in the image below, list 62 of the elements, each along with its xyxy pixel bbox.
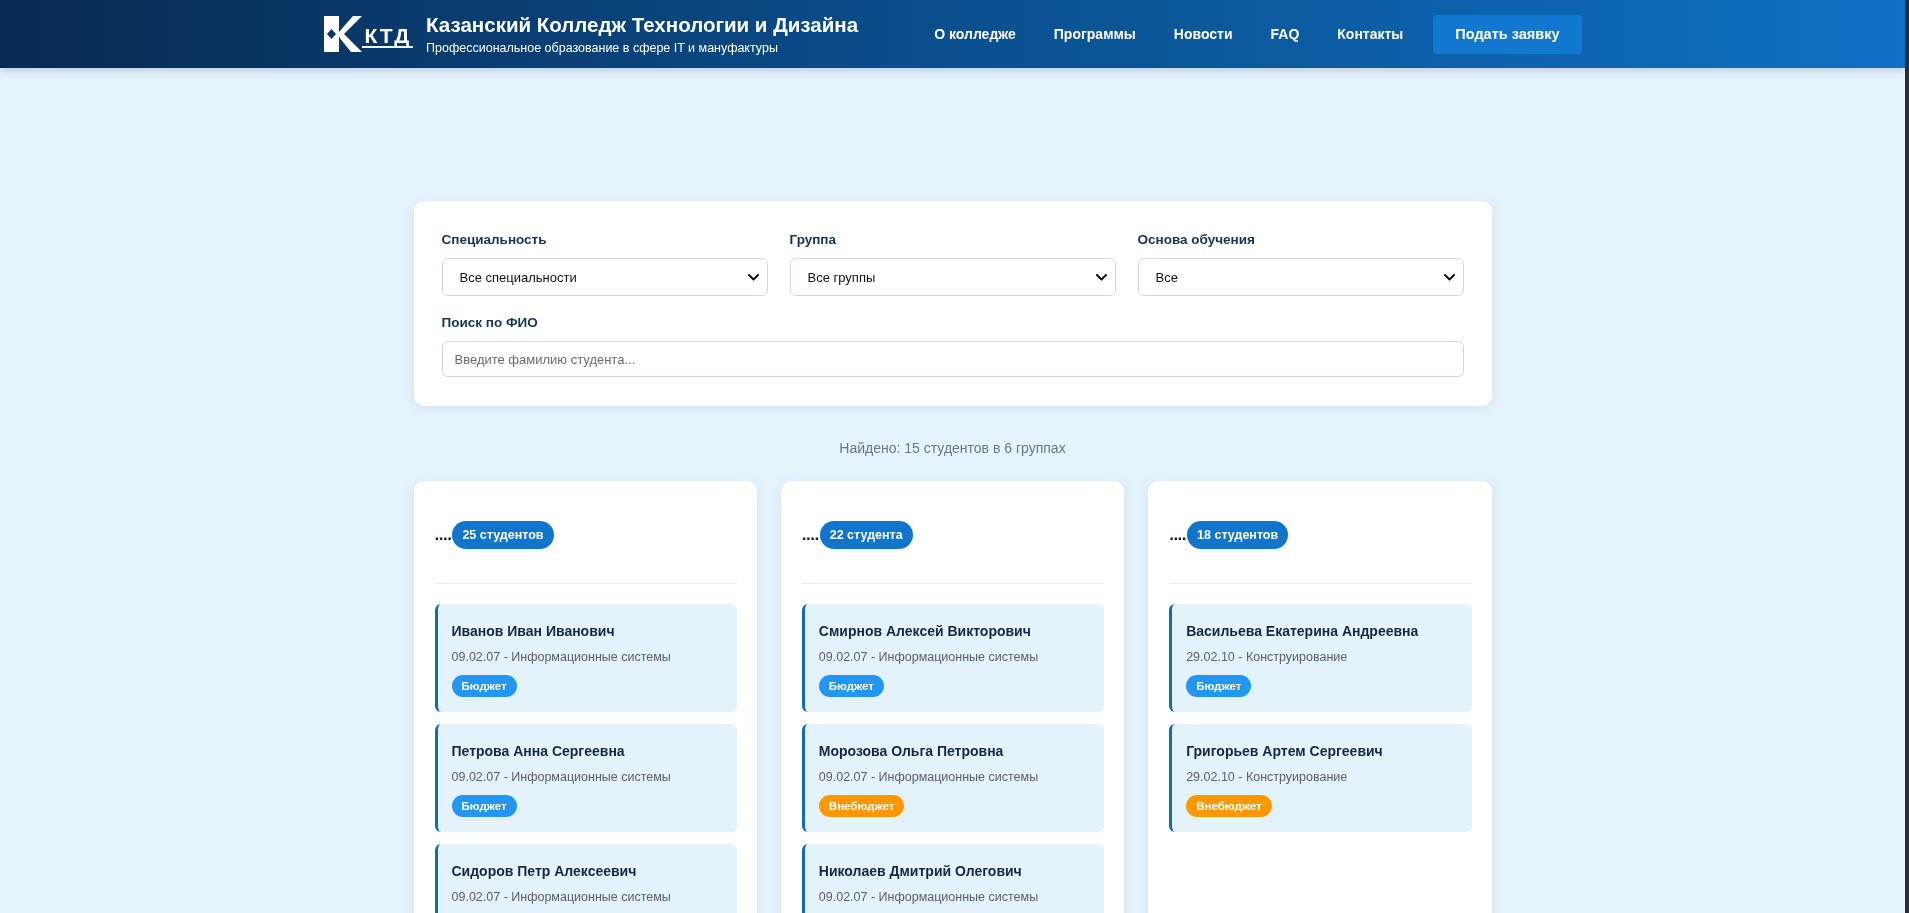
nav-link[interactable]: Контакты (1337, 26, 1404, 42)
student-name: Морозова Ольга Петровна (818, 742, 1005, 760)
dropdown[interactable]: Все группы (789, 258, 1116, 296)
dropdown-value: Все (1155, 269, 1178, 285)
student-card[interactable]: Григорьев Артем Сергеевич 29.02.10 - Конструирование Внебюджет (1169, 724, 1472, 832)
chevron-down-icon (747, 273, 759, 281)
funding-tag: Внебюджет (1186, 795, 1272, 817)
dropdown[interactable]: Все специальности (441, 258, 768, 296)
student-program: 09.02.07 - Информационные системы (451, 769, 672, 786)
student-card[interactable]: Иванов Иван Иванович 09.02.07 - Информационные системы Бюджет (434, 604, 737, 712)
student-name: Петрова Анна Сергеевна (451, 742, 626, 760)
student-program: 29.02.10 - Конструирование (1186, 649, 1349, 666)
student-program: 09.02.07 - Информационные системы (818, 889, 1040, 906)
dropdown-value: Все специальности (459, 269, 577, 285)
student-name: Смирнов Алексей Викторович (818, 622, 1032, 640)
group-title: .... (801, 524, 819, 546)
nav-link[interactable]: Новости (1173, 26, 1233, 42)
student-program: 09.02.07 - Информационные системы (818, 649, 1040, 666)
funding-tag: Внебюджет (818, 795, 905, 817)
logo-text: КТД (361, 27, 414, 48)
student-name: Николаев Дмитрий Олегович (818, 862, 1023, 880)
dropdown-value: Все группы (807, 269, 876, 285)
student-name: Григорьев Артем Сергеевич (1186, 742, 1384, 760)
student-name: Васильева Екатерина Андреевна (1186, 622, 1420, 640)
apply-button[interactable]: Подать заявку (1433, 14, 1582, 54)
funding-tag: Бюджет (451, 675, 517, 697)
search-field[interactable]: Введите фамилию студента... (441, 341, 1464, 377)
scrollbar[interactable] (1905, 0, 1909, 913)
results-summary: Найдено: 15 студентов в 6 группах (838, 439, 1067, 458)
field-label: Поиск по ФИО (441, 314, 539, 332)
college-name: Казанский Колледж Технологии и Дизайна (426, 12, 859, 36)
dropdown[interactable]: Все (1137, 258, 1464, 296)
student-program: 09.02.07 - Информационные системы (451, 649, 672, 666)
student-card[interactable]: Николаев Дмитрий Олегович 09.02.07 - Информационные системы (801, 844, 1105, 913)
nav-link[interactable]: Программы (1053, 26, 1136, 42)
student-name: Сидоров Петр Алексеевич (451, 862, 638, 880)
chevron-down-icon (1443, 273, 1455, 281)
student-program: 09.02.07 - Информационные системы (818, 769, 1040, 786)
student-count: 22 студента (819, 521, 913, 549)
student-card[interactable]: Петрова Анна Сергеевна 09.02.07 - Информационные системы Бюджет (434, 724, 737, 832)
nav-link[interactable]: FAQ (1270, 26, 1300, 42)
student-card[interactable]: Сидоров Петр Алексеевич 09.02.07 - Информационные системы (434, 844, 737, 913)
funding-tag: Бюджет (818, 675, 884, 697)
student-count: 25 студентов (452, 521, 554, 549)
field-label: Специальность (441, 231, 548, 249)
college-tagline: Профессиональное образование в сфере IT и мануфактуры (426, 40, 779, 56)
student-count: 18 студентов (1187, 521, 1289, 549)
student-program: 09.02.07 - Информационные системы (451, 889, 672, 906)
student-card[interactable]: Смирнов Алексей Викторович 09.02.07 - Информационные системы Бюджет (801, 604, 1105, 712)
group-title: .... (434, 524, 452, 546)
field-label: Основа обучения (1137, 231, 1256, 249)
group-title: .... (1169, 524, 1187, 546)
chevron-down-icon (1095, 273, 1107, 281)
student-name: Иванов Иван Иванович (451, 622, 616, 640)
funding-tag: Бюджет (451, 795, 517, 817)
student-card[interactable]: Васильева Екатерина Андреевна 29.02.10 - Конструирование Бюджет (1169, 604, 1472, 712)
student-program: 29.02.10 - Конструирование (1186, 769, 1349, 786)
nav-link[interactable]: О колледже (934, 26, 1016, 42)
funding-tag: Бюджет (1186, 675, 1252, 697)
logo-icon (323, 16, 362, 52)
student-card[interactable]: Морозова Ольга Петровна 09.02.07 - Информационные системы Внебюджет (801, 724, 1105, 832)
field-label: Группа (789, 231, 838, 249)
